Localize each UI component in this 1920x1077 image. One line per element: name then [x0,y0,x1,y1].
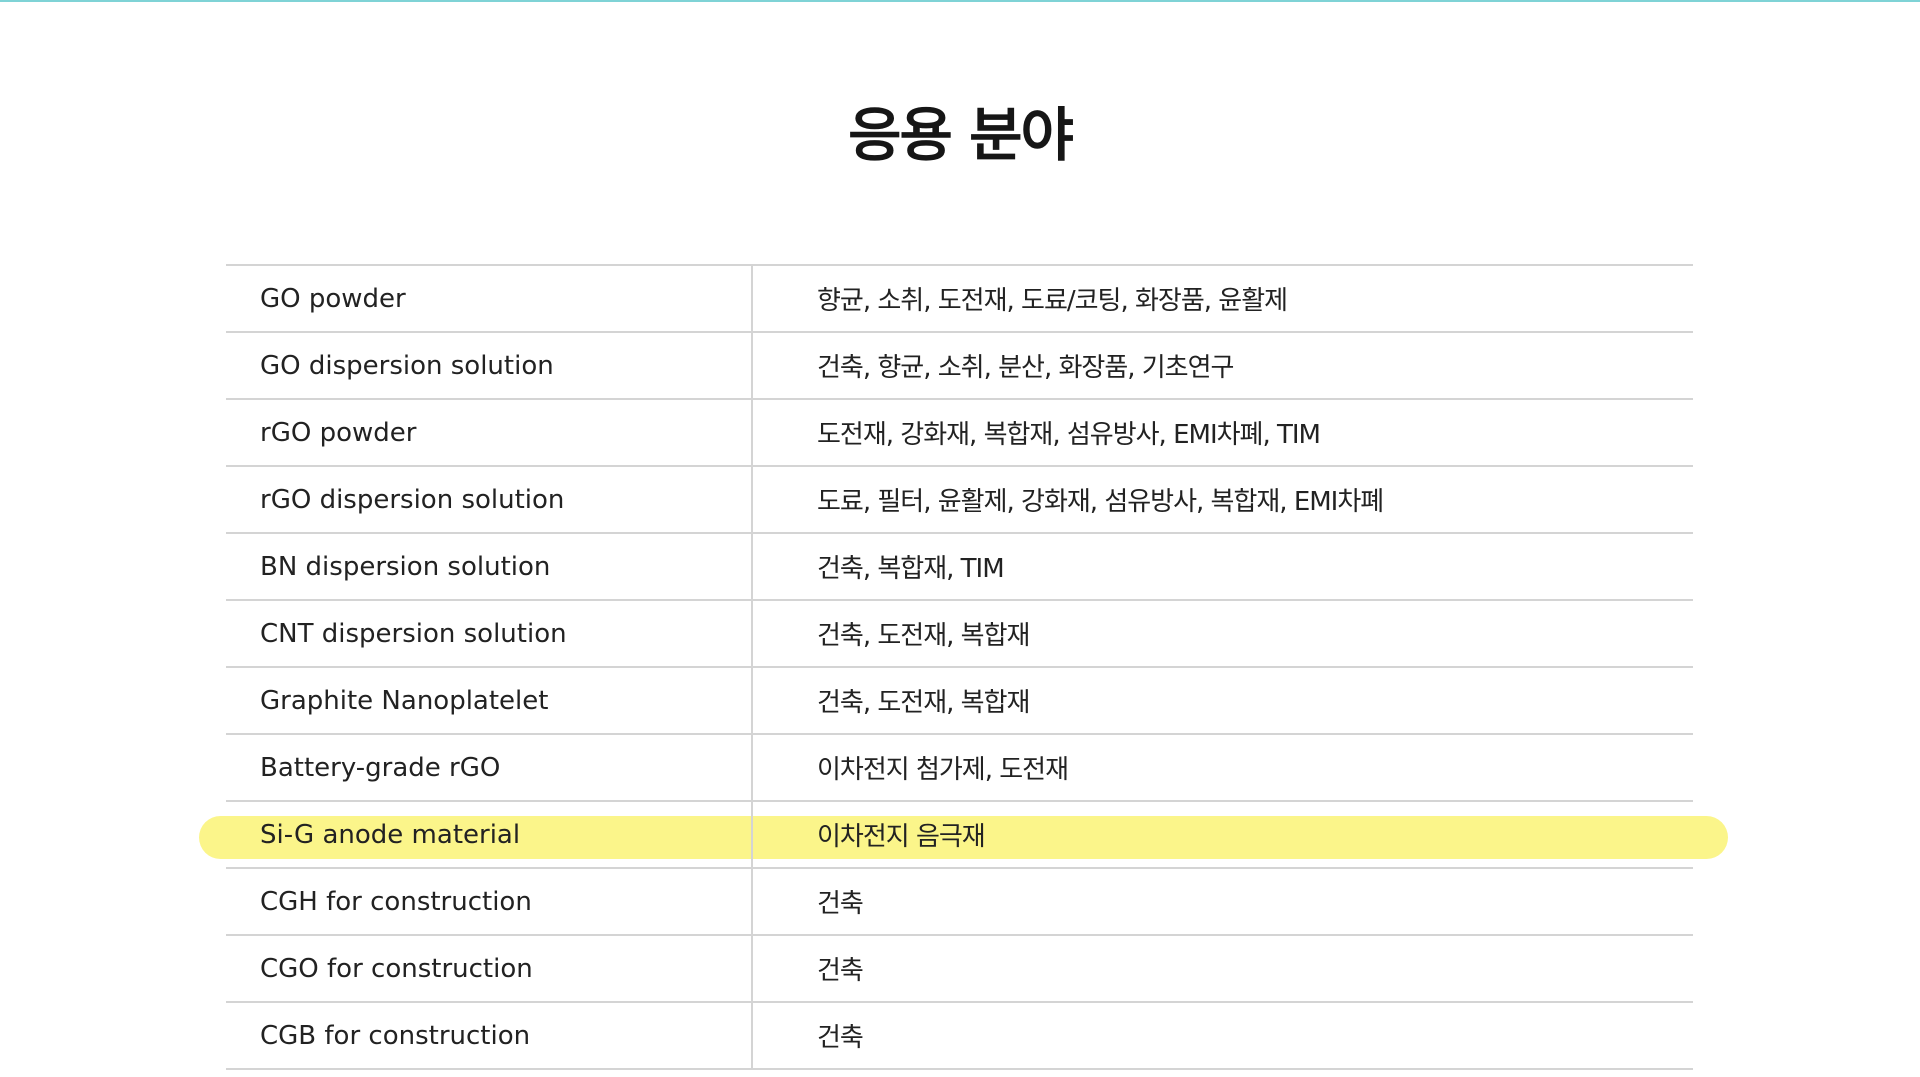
application-fields: 이차전지 첨가제, 도전재 [817,755,1069,785]
product-name: CGO for construction [226,936,753,1001]
table-row-highlighted: Si-G anode material 이차전지 음극재 [199,802,1728,869]
application-fields: 건축 [817,956,864,986]
table-row: GO dispersion solution 건축, 향균, 소취, 분산, 화… [226,333,1693,400]
application-fields: 건축, 향균, 소취, 분산, 화장품, 기초연구 [817,353,1234,383]
table-row: Battery-grade rGO 이차전지 첨가제, 도전재 [226,735,1693,802]
application-fields: 건축, 복합재, TIM [817,554,1005,584]
application-fields: 향균, 소취, 도전재, 도료/코팅, 화장품, 윤활제 [817,286,1288,316]
product-name: Graphite Nanoplatelet [226,668,753,733]
product-name: CGH for construction [226,869,753,934]
application-fields: 도료, 필터, 윤활제, 강화재, 섬유방사, 복합재, EMI차폐 [817,487,1384,517]
application-fields: 건축, 도전재, 복합재 [817,621,1030,651]
table-row: BN dispersion solution 건축, 복합재, TIM [226,534,1693,601]
product-name: rGO dispersion solution [226,467,753,532]
top-accent-line [0,0,1920,2]
table-row: CGH for construction 건축 [226,869,1693,936]
application-fields: 건축 [817,889,864,919]
product-name: CGB for construction [226,1003,753,1068]
table-row: CGO for construction 건축 [226,936,1693,1003]
application-fields: 이차전지 음극재 [817,822,986,852]
table-row: GO powder 향균, 소취, 도전재, 도료/코팅, 화장품, 윤활제 [226,266,1693,333]
page-title: 응용 분야 [848,101,1074,169]
product-name: rGO powder [226,400,753,465]
table-row: rGO dispersion solution 도료, 필터, 윤활제, 강화재… [226,467,1693,534]
applications-table: GO powder 향균, 소취, 도전재, 도료/코팅, 화장품, 윤활제 G… [199,264,1728,1070]
product-name: BN dispersion solution [226,534,753,599]
table-row: CNT dispersion solution 건축, 도전재, 복합재 [226,601,1693,668]
application-fields: 건축 [817,1023,864,1053]
table-row: Graphite Nanoplatelet 건축, 도전재, 복합재 [226,668,1693,735]
product-name: Battery-grade rGO [226,735,753,800]
application-fields: 건축, 도전재, 복합재 [817,688,1030,718]
product-name: GO powder [226,266,753,331]
product-name: CNT dispersion solution [226,601,753,666]
table-row: rGO powder 도전재, 강화재, 복합재, 섬유방사, EMI차폐, T… [226,400,1693,467]
product-name: Si-G anode material [226,802,753,867]
product-name: GO dispersion solution [226,333,753,398]
application-fields: 도전재, 강화재, 복합재, 섬유방사, EMI차폐, TIM [817,420,1321,450]
table-row: CGB for construction 건축 [226,1003,1693,1070]
